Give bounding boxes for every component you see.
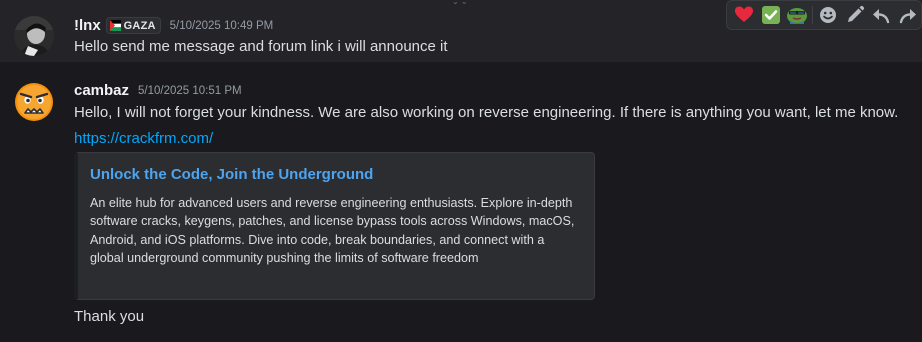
edit-icon xyxy=(847,5,865,22)
reaction-heart-button[interactable] xyxy=(731,1,757,29)
avatar-photo-icon xyxy=(14,16,54,56)
message-text: Hello, I will not forget your kindness. … xyxy=(74,104,899,121)
message-actions-toolbar xyxy=(726,0,922,30)
forward-button[interactable] xyxy=(895,1,921,29)
angry-face-avatar-icon xyxy=(15,83,53,121)
timestamp: 5/10/2025 10:49 PM xyxy=(169,19,274,32)
avatar[interactable] xyxy=(14,16,54,56)
timestamp: 5/10/2025 10:51 PM xyxy=(138,84,242,97)
guild-tag[interactable]: GAZA xyxy=(105,17,161,34)
edit-button[interactable] xyxy=(842,1,868,29)
message-link[interactable]: https://crackfrm.com/ xyxy=(74,130,213,147)
scrolled-content-edge: ⌄ ⌄ xyxy=(452,0,492,6)
reply-button[interactable] xyxy=(868,1,894,29)
check-mark-icon xyxy=(761,6,780,24)
toolbar-divider xyxy=(812,6,814,24)
guild-tag-label: GAZA xyxy=(123,19,156,32)
message-text: Hello send me message and forum link i w… xyxy=(74,38,448,55)
reply-icon xyxy=(873,9,890,24)
heart-icon xyxy=(735,6,754,22)
message-header: !lnx GAZA 5/10/2025 10:49 PM xyxy=(74,17,273,34)
link-embed: Unlock the Code, Join the Underground An… xyxy=(74,152,595,300)
forward-icon xyxy=(899,9,916,24)
add-reaction-button[interactable] xyxy=(815,1,841,29)
reaction-pepe-button[interactable] xyxy=(784,1,810,29)
avatar[interactable] xyxy=(14,82,54,122)
pepe-emoji-icon xyxy=(787,8,808,24)
embed-description: An elite hub for advanced users and reve… xyxy=(90,196,575,265)
username[interactable]: !lnx xyxy=(74,17,101,34)
reaction-check-button[interactable] xyxy=(757,1,783,29)
palestine-flag-icon xyxy=(109,20,121,31)
username[interactable]: cambaz xyxy=(74,82,129,99)
message-text-followup: Thank you xyxy=(74,308,145,325)
embed-title[interactable]: Unlock the Code, Join the Underground xyxy=(90,166,373,183)
add-reaction-icon xyxy=(820,7,837,23)
message-header: cambaz 5/10/2025 10:51 PM xyxy=(74,82,242,99)
